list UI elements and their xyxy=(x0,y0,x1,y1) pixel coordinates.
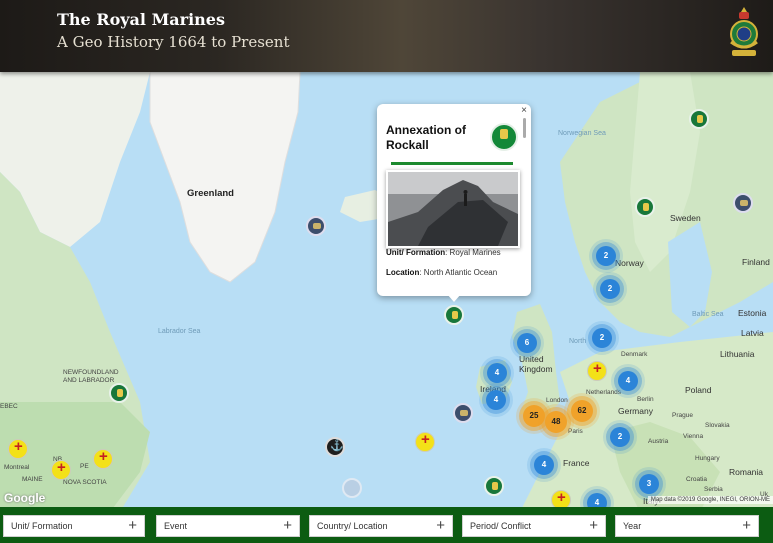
cluster-marker[interactable]: 3 xyxy=(639,474,659,494)
plus-icon: + xyxy=(589,517,598,534)
app-header: The Royal Marines A Geo History 1664 to … xyxy=(0,0,773,72)
label-paris: Paris xyxy=(568,428,583,435)
event-marker-yellow[interactable] xyxy=(8,438,28,459)
label-netherlands: Netherlands xyxy=(586,389,622,396)
label-pe: PE xyxy=(80,463,89,470)
label-austria: Austria xyxy=(648,438,669,445)
cluster-marker[interactable]: 6 xyxy=(517,333,537,353)
plus-icon: + xyxy=(436,517,445,534)
cluster-marker[interactable]: 2 xyxy=(610,427,630,447)
label-sweden: Sweden xyxy=(670,213,701,223)
label-north: North xyxy=(569,338,587,345)
label-greenland: Greenland xyxy=(187,188,234,199)
label-newfoundland: NEWFOUNDLAND AND LABRADOR xyxy=(63,369,119,384)
event-marker-yellow[interactable] xyxy=(93,448,113,469)
label-nova-scotia: NOVA SCOTIA xyxy=(63,479,107,486)
label-montreal: Montreal xyxy=(4,464,30,471)
label-france: France xyxy=(563,458,590,468)
event-marker-green[interactable] xyxy=(635,197,655,217)
close-icon[interactable]: × xyxy=(521,105,527,116)
unit-value: : Royal Marines xyxy=(445,248,501,257)
cluster-marker[interactable]: 25 xyxy=(523,405,545,427)
filter-country-location[interactable]: Country/ Location + xyxy=(309,515,453,537)
popup-scrollbar[interactable] xyxy=(523,118,526,138)
plus-icon: + xyxy=(283,517,292,534)
label-norwegian-sea: Norwegian Sea xyxy=(558,130,606,137)
label-hungary: Hungary xyxy=(695,455,720,462)
cluster-marker[interactable]: 4 xyxy=(618,371,638,391)
filter-period-conflict[interactable]: Period/ Conflict + xyxy=(462,515,606,537)
label-latvia: Latvia xyxy=(741,328,764,338)
cluster-marker[interactable]: 2 xyxy=(592,328,612,348)
label-maine: MAINE xyxy=(22,476,43,483)
event-marker-navy[interactable] xyxy=(453,403,473,423)
label-london: London xyxy=(546,397,568,404)
filter-label: Unit/ Formation xyxy=(11,521,73,531)
cluster-marker[interactable]: 4 xyxy=(486,390,506,410)
event-marker-green[interactable] xyxy=(689,109,709,129)
label-baltic-sea: Baltic Sea xyxy=(692,311,724,318)
label-norway: Norway xyxy=(615,258,644,268)
unit-badge-icon xyxy=(490,123,518,151)
filter-label: Period/ Conflict xyxy=(470,521,532,531)
unit-label: Unit/ Formation xyxy=(386,248,446,257)
label-quebec: EBEC xyxy=(0,403,18,410)
label-prague: Prague xyxy=(672,412,693,419)
cluster-marker[interactable]: 62 xyxy=(571,400,593,422)
label-united-kingdom: United Kingdom xyxy=(519,354,553,374)
filter-bar: Unit/ Formation + Event + Country/ Locat… xyxy=(0,507,773,543)
event-marker-faded[interactable] xyxy=(342,478,362,498)
event-photo xyxy=(386,170,520,248)
event-marker-yellow[interactable] xyxy=(415,431,435,452)
filter-label: Year xyxy=(623,521,642,531)
label-denmark: Denmark xyxy=(621,351,648,358)
filter-event[interactable]: Event + xyxy=(156,515,300,537)
label-labrador-sea: Labrador Sea xyxy=(158,328,201,335)
label-berlin: Berlin xyxy=(637,396,654,403)
filter-unit-formation[interactable]: Unit/ Formation + xyxy=(3,515,145,537)
cluster-marker[interactable]: 4 xyxy=(487,363,507,383)
popup-title: Annexation of Rockall xyxy=(386,123,466,152)
map-attribution[interactable]: Map data ©2019 Google, INEGI, ORION-ME xyxy=(647,496,773,504)
app-title: The Royal Marines xyxy=(57,10,225,29)
label-estonia: Estonia xyxy=(738,308,767,318)
royal-marines-crest-icon xyxy=(730,7,758,56)
event-marker-yellow[interactable] xyxy=(51,459,71,480)
cluster-marker[interactable]: 2 xyxy=(600,279,620,299)
app-subtitle: A Geo History 1664 to Present xyxy=(57,33,290,51)
label-germany: Germany xyxy=(618,406,653,416)
event-marker-navy[interactable] xyxy=(306,216,326,236)
label-slovakia: Slovakia xyxy=(705,422,730,429)
popup-unit-row: Unit/ Formation: Royal Marines xyxy=(386,248,501,257)
label-finland: Finland xyxy=(742,257,770,267)
plus-icon: + xyxy=(128,517,137,534)
popup-divider xyxy=(391,162,513,165)
filter-label: Event xyxy=(164,521,188,531)
label-croatia: Croatia xyxy=(686,476,707,483)
cluster-marker[interactable]: 4 xyxy=(534,455,554,475)
popup-pointer xyxy=(447,294,461,302)
event-marker-yellow[interactable] xyxy=(587,360,607,381)
filter-label: Country/ Location xyxy=(317,521,388,531)
label-vienna: Vienna xyxy=(683,433,704,440)
label-serbia: Serbia xyxy=(704,486,723,493)
cluster-marker[interactable]: 48 xyxy=(545,411,567,433)
google-logo: Google xyxy=(4,491,46,505)
event-marker-green[interactable] xyxy=(109,383,129,403)
label-lithuania: Lithuania xyxy=(720,349,755,359)
event-marker-green[interactable] xyxy=(444,305,464,325)
anchor-marker[interactable] xyxy=(325,437,345,457)
event-info-popup: × Annexation of Rockall Unit/ Formation:… xyxy=(377,104,531,296)
label-romania: Romania xyxy=(729,467,764,477)
cluster-marker[interactable]: 2 xyxy=(596,246,616,266)
popup-location-row: Location: North Atlantic Ocean xyxy=(386,268,497,277)
plus-icon: + xyxy=(742,517,751,534)
label-poland: Poland xyxy=(685,385,712,395)
event-marker-green[interactable] xyxy=(484,476,504,496)
location-value: : North Atlantic Ocean xyxy=(419,268,498,277)
location-label: Location xyxy=(386,268,420,277)
event-marker-navy[interactable] xyxy=(733,193,753,213)
filter-year[interactable]: Year + xyxy=(615,515,759,537)
